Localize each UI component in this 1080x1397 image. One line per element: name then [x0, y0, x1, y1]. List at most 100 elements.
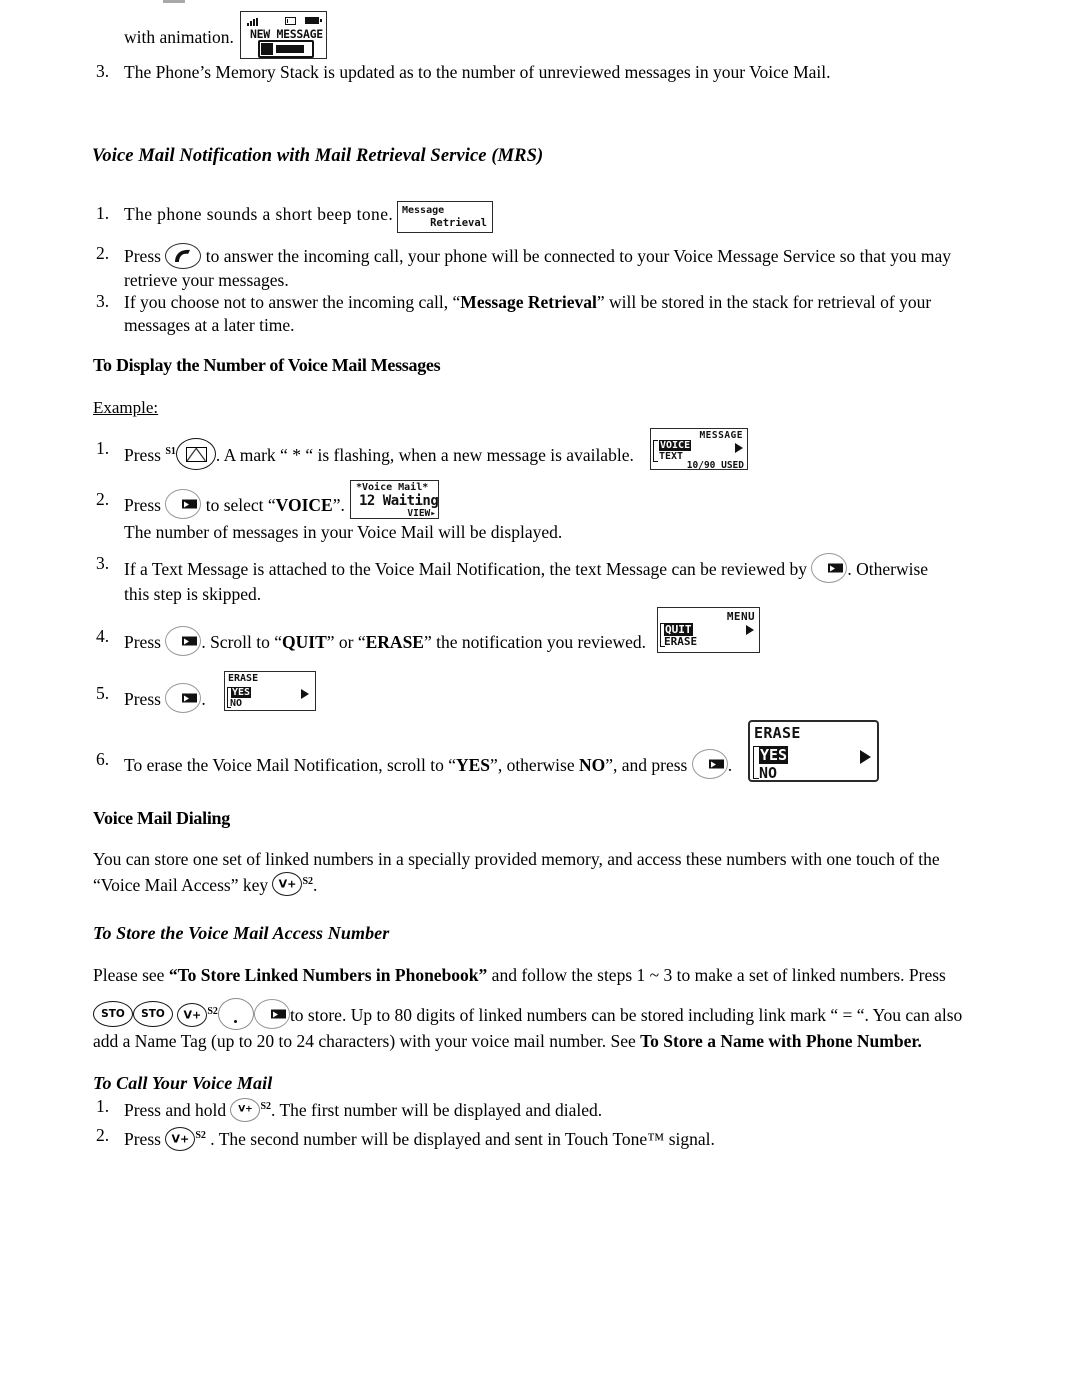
heading-voice-mail-dialing: Voice Mail Dialing	[93, 808, 230, 828]
message-retrieval-line1: Message	[402, 205, 445, 216]
display-item-6-text: To erase the Voice Mail Notification, sc…	[124, 749, 744, 779]
display-item-6-mid2: ”, and press	[605, 755, 688, 775]
display-item-4-mid: . Scroll to “	[201, 632, 283, 652]
display-item-3-pre: If a Text Message is attached to the Voi…	[124, 559, 808, 579]
send-key-icon[interactable]	[165, 243, 202, 269]
store-paragraph-2: STO STO V+ S2 to store. Up to 80 digits of …	[93, 998, 978, 1053]
display-item-5-pre: Press	[124, 689, 161, 709]
manual-page: with animation. NEW MESSAGE 3. The Phone…	[0, 0, 1080, 1397]
mrs-item-1-text: The phone sounds a short beep tone.	[124, 204, 394, 224]
heading-store-access-number: To Store the Voice Mail Access Number	[93, 923, 390, 943]
list-number: 2.	[96, 243, 110, 263]
display-item-4-pre: Press	[124, 632, 161, 652]
right-soft-key-icon[interactable]	[811, 553, 848, 583]
message-menu-footer: 10/90 USED	[686, 460, 744, 470]
erase-small-selected-label[interactable]: YES	[231, 687, 252, 698]
list-number: 5.	[96, 683, 110, 703]
right-arrow-icon	[860, 750, 871, 764]
store-para1-pre: Please see	[93, 965, 169, 985]
right-soft-key-icon[interactable]	[253, 999, 290, 1029]
example-label: Example:	[93, 398, 159, 417]
mrs-item-2-pre: Press	[124, 246, 161, 266]
with-animation-text: with animation.	[124, 26, 234, 49]
quit-erase-option-erase[interactable]: ERASE	[664, 635, 697, 648]
display-item-2-mid: to select “	[205, 495, 276, 515]
selection-bracket	[653, 440, 658, 462]
erase-large-option-yes: YES	[759, 746, 789, 764]
right-arrow-icon	[301, 689, 309, 699]
display-item-5-post: .	[201, 689, 206, 709]
list-number: 6.	[96, 749, 110, 769]
v-plus-key-label: V+	[171, 1132, 190, 1146]
v-plus-key-icon[interactable]: V+	[177, 1003, 208, 1027]
store-para2-bold: To Store a Name with Phone Number.	[640, 1031, 922, 1051]
heading-call-voice-mail: To Call Your Voice Mail	[93, 1073, 273, 1093]
erase-yesno-lcd-small: ERASE YES NO	[224, 671, 316, 711]
list-number: 1.	[96, 203, 110, 223]
erase-large-option-no[interactable]: NO	[759, 764, 777, 780]
call-item-2-text: Press V+ S2 . The second number will be d…	[124, 1125, 824, 1151]
envelope-icon	[285, 17, 296, 25]
display-item-4-post: ” the notification you reviewed.	[423, 632, 647, 652]
display-item-4-bold-erase: ERASE	[365, 632, 424, 652]
right-soft-key-icon[interactable]	[691, 749, 728, 779]
call-item-2-post: . The second number will be displayed an…	[205, 1128, 715, 1149]
erase-yesno-lcd-large: ERASE YES NO	[748, 720, 879, 782]
display-item-2-line2: The number of messages in your Voice Mai…	[124, 522, 563, 542]
message-retrieval-lcd: Message Retrieval	[397, 201, 493, 233]
list-number: 1.	[96, 438, 110, 458]
quit-erase-menu-lcd: MENU QUIT ERASE	[657, 607, 760, 653]
mrs-item-3-bold: Message Retrieval	[460, 292, 597, 312]
erase-small-title: ERASE	[228, 673, 259, 684]
list-number: 2.	[96, 489, 110, 509]
erase-small-option-yes: YES	[231, 687, 252, 698]
right-arrow-icon	[746, 625, 754, 635]
intro-item-3-text: The Phone’s Memory Stack is updated as t…	[124, 62, 831, 82]
with-animation-label: with animation.	[124, 27, 234, 47]
right-soft-key-icon[interactable]	[165, 683, 202, 713]
voice-mail-count: 12 Waiting	[359, 493, 439, 509]
store-para1-bold: “To Store Linked Numbers in Phonebook”	[168, 965, 488, 985]
store-para1-post: and follow the steps 1 ~ 3 to make a set…	[487, 965, 946, 985]
v-plus-key-icon[interactable]: V+	[230, 1097, 261, 1122]
right-soft-key-icon[interactable]	[165, 489, 202, 519]
store-paragraph-1: Please see “To Store Linked Numbers in P…	[93, 964, 978, 987]
call-item-1-post: . The first number will be displayed and…	[271, 1099, 603, 1120]
key-superscript-s2: S2	[207, 1006, 218, 1018]
voice-mail-waiting-lcd: *Voice Mail* 12 Waiting VIEW▸	[350, 480, 439, 519]
v-plus-key-icon[interactable]: V+	[272, 872, 303, 897]
right-soft-key-icon[interactable]	[165, 626, 202, 656]
page-crop-mark	[163, 0, 185, 3]
display-item-6-bold-yes: YES	[456, 755, 491, 775]
display-item-6-mid: ”, otherwise	[490, 755, 579, 775]
voice-mail-view-softkey[interactable]: VIEW▸	[407, 508, 436, 518]
mrs-item-2-text: Press to answer the incoming call, your …	[124, 243, 954, 292]
sto-key-icon-1[interactable]: STO	[93, 1001, 133, 1027]
voice-mail-dialing-text: You can store one set of linked numbers …	[93, 849, 940, 895]
key-superscript-s1: S1	[165, 446, 176, 458]
voice-mail-title: *Voice Mail*	[356, 482, 429, 493]
key-superscript-s2: S2	[195, 1130, 206, 1141]
display-item-1-text: Press S1 . A mark “ * “ is flashing, when…	[124, 438, 664, 470]
key-superscript-s2: S2	[260, 1101, 272, 1112]
erase-small-option-no[interactable]: NO	[230, 698, 242, 709]
sto-key-label-2: STO	[141, 1007, 165, 1020]
heading-display-count: To Display the Number of Voice Mail Mess…	[93, 355, 441, 375]
key-superscript-s2: S2	[302, 875, 314, 887]
display-item-4-text: Press . Scroll to “QUIT” or “ERASE” the …	[124, 626, 654, 656]
display-item-4-mid2: ” or “	[326, 632, 366, 652]
quit-erase-menu-title: MENU	[726, 610, 755, 623]
envelope-key-icon[interactable]	[175, 438, 216, 470]
message-menu-selected-label[interactable]: VOICE	[659, 440, 692, 451]
display-item-6-bold-no: NO	[578, 755, 606, 775]
display-item-6-post: .	[727, 755, 733, 775]
erase-large-selected-label[interactable]: YES	[759, 746, 789, 764]
v-plus-key-label: V+	[183, 1008, 202, 1022]
sto-key-icon-2[interactable]: STO	[133, 1001, 173, 1027]
message-menu-option-text[interactable]: TEXT	[659, 451, 683, 462]
display-item-6-pre: To erase the Voice Mail Notification, sc…	[124, 755, 456, 775]
pause-key-icon[interactable]	[217, 998, 254, 1030]
mrs-item-2-post: to answer the incoming call, your phone …	[124, 246, 952, 290]
v-plus-key-icon[interactable]: V+	[165, 1126, 196, 1151]
call-item-1-text: Press and hold V+ S2. The first number wi…	[124, 1096, 824, 1122]
